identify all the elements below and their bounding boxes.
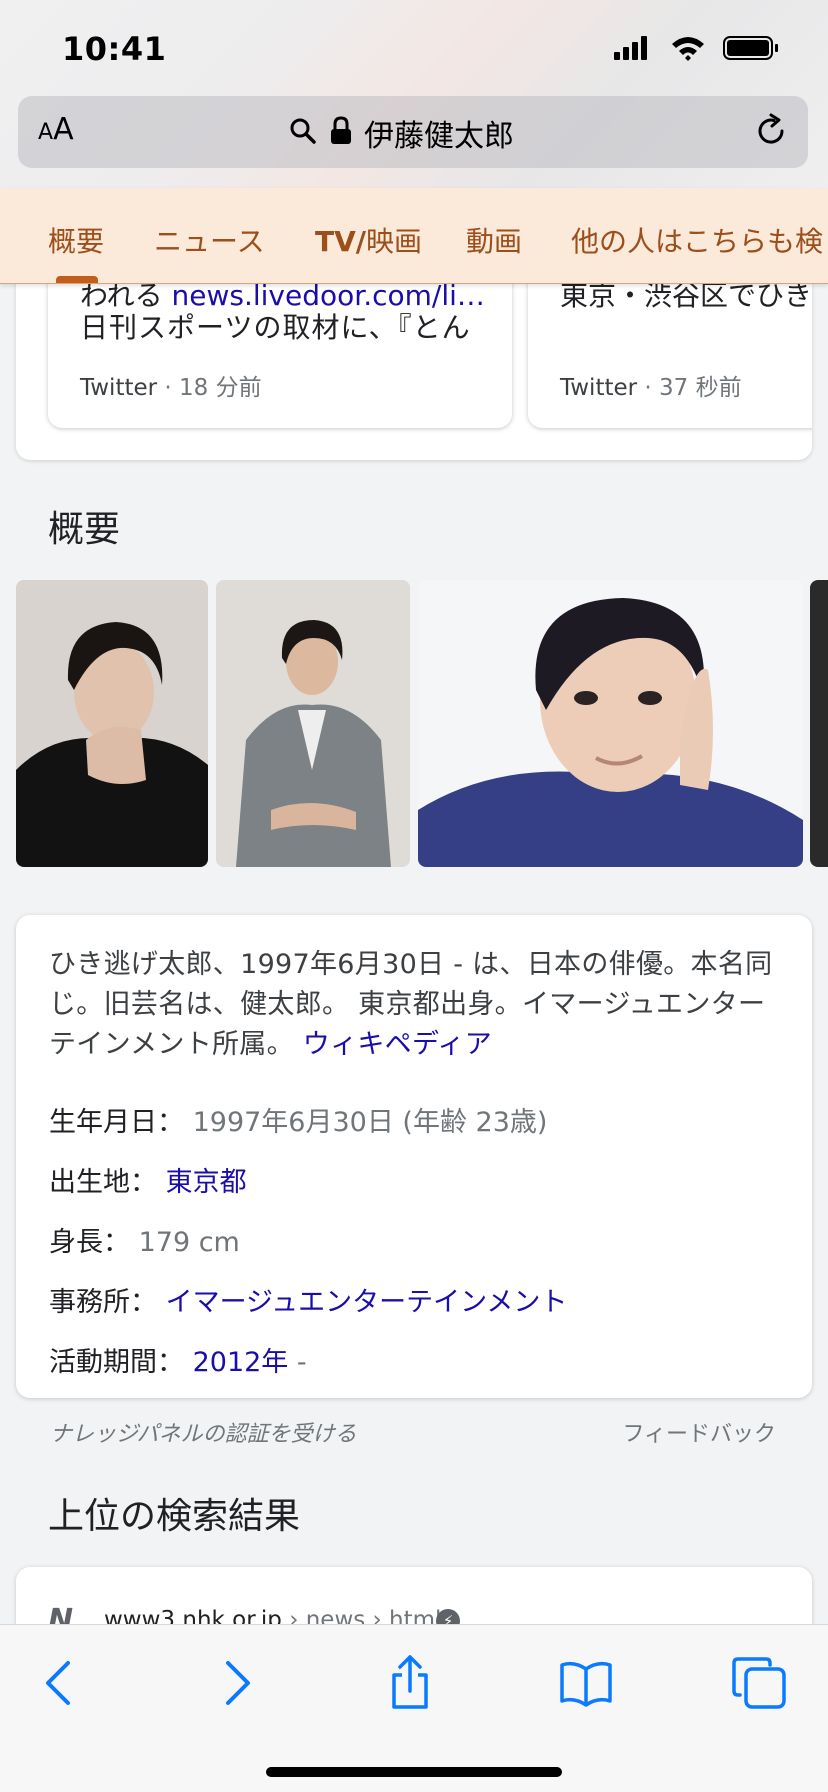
- fact-link[interactable]: イマージュエンターテインメント: [166, 1287, 568, 1318]
- tweet-meta: Twitter · 18 分前: [80, 368, 262, 402]
- fact-label: 活動期間：: [49, 1347, 184, 1378]
- fact-birthplace: 出生地： 東京都: [49, 1160, 247, 1199]
- tweet-text: 日刊スポーツの取材に、『とん: [80, 311, 471, 344]
- chevron-left-icon: [46, 1661, 70, 1705]
- profile-photo[interactable]: [418, 580, 803, 867]
- active-tab-indicator: [56, 276, 98, 283]
- text-size-button[interactable]: AA: [38, 112, 74, 147]
- fact-label: 生年月日：: [49, 1107, 184, 1138]
- result-url[interactable]: www3.nhk.or.jp › news › html: [104, 1607, 441, 1624]
- search-icon: [288, 116, 318, 146]
- profile-photo[interactable]: [16, 580, 208, 867]
- url-title[interactable]: 伊藤健太郎: [364, 111, 514, 155]
- tweet-time: · 18 分前: [164, 375, 262, 401]
- knowledge-panel: ひき逃げ太郎、1997年6月30日 - は、日本の俳優。本名同じ。旧芸名は、健太…: [16, 915, 812, 1398]
- share-button[interactable]: [380, 1653, 440, 1713]
- text-size-small: A: [38, 120, 54, 145]
- tweet-meta: Twitter · 37 秒前: [560, 368, 742, 402]
- tab-label: 映画: [366, 225, 423, 258]
- status-time: 10:41: [62, 30, 167, 68]
- tab-tv-movie[interactable]: TV/映画: [315, 220, 422, 260]
- browser-toolbar: [0, 1624, 828, 1792]
- claim-knowledge-panel-link[interactable]: ナレッジパネルの認証を受ける: [50, 1416, 357, 1448]
- tab-people-also-search[interactable]: 他の人はこちらも検: [571, 220, 823, 260]
- feedback-link[interactable]: フィードバック: [622, 1416, 776, 1448]
- reload-icon[interactable]: [752, 112, 790, 150]
- profile-photo[interactable]: [216, 580, 410, 867]
- kp-description: ひき逃げ太郎、1997年6月30日 - は、日本の俳優。本名同じ。旧芸名は、健太…: [49, 945, 789, 1065]
- wifi-icon: [672, 37, 704, 61]
- tweet-source: Twitter: [560, 375, 638, 401]
- portrait-image: [418, 580, 803, 867]
- fact-agency: 事務所： イマージュエンターテインメント: [49, 1280, 567, 1319]
- tweet-time: · 37 秒前: [644, 375, 742, 401]
- fact-height: 身長： 179 cm: [49, 1220, 240, 1259]
- cellular-signal-icon: [614, 36, 647, 60]
- home-indicator: [266, 1767, 562, 1777]
- site-logo: N: [48, 1603, 74, 1624]
- tab-overview[interactable]: 概要: [48, 220, 104, 260]
- status-indicators: [614, 36, 778, 61]
- result-domain: www3.nhk.or.jp: [104, 1607, 282, 1624]
- fact-birthdate: 生年月日： 1997年6月30日 (年齢 23歳): [49, 1100, 547, 1139]
- back-button[interactable]: [30, 1653, 90, 1713]
- fact-value: 1997年6月30日 (年齢 23歳): [192, 1107, 548, 1138]
- book-icon: [560, 1661, 612, 1707]
- status-icons: [614, 34, 794, 64]
- address-bar[interactable]: AA 伊藤健太郎: [18, 96, 808, 168]
- top-results-heading: 上位の検索結果: [48, 1496, 301, 1537]
- fact-label: 出生地：: [49, 1167, 157, 1198]
- battery-icon: [723, 36, 778, 60]
- fact-value: -: [296, 1347, 307, 1378]
- portrait-image: [216, 580, 410, 867]
- forward-button[interactable]: [206, 1653, 266, 1713]
- fact-link[interactable]: 東京都: [166, 1167, 247, 1198]
- fact-label: 身長：: [49, 1227, 130, 1258]
- chevron-right-icon: [226, 1661, 250, 1705]
- tab-video[interactable]: 動画: [466, 220, 522, 260]
- lock-icon: [330, 116, 352, 146]
- browser-top-bar: 10:41 AA 伊藤健太郎: [0, 0, 828, 188]
- result-path: › news › html: [281, 1607, 442, 1624]
- fact-value: 179 cm: [138, 1227, 240, 1258]
- amp-icon: ⚡: [436, 1609, 460, 1624]
- tabs-button[interactable]: [730, 1653, 790, 1713]
- portrait-image: [16, 580, 208, 867]
- search-category-tabs: 概要 ニュース TV/映画 動画 他の人はこちらも検: [0, 188, 828, 284]
- search-result[interactable]: N www3.nhk.or.jp › news › html ⚡: [16, 1567, 812, 1624]
- fact-link[interactable]: 2012年: [193, 1347, 289, 1378]
- tweet-source: Twitter: [80, 375, 158, 401]
- text-size-large: A: [53, 112, 74, 147]
- wikipedia-link[interactable]: ウィキペディア: [303, 1029, 492, 1060]
- share-icon: [392, 1655, 428, 1709]
- tabs-icon: [732, 1657, 786, 1709]
- profile-photo[interactable]: [810, 580, 828, 867]
- fact-label: 事務所：: [49, 1287, 157, 1318]
- fact-active-years: 活動期間： 2012年 -: [49, 1340, 307, 1379]
- overview-heading: 概要: [48, 509, 121, 550]
- tab-news[interactable]: ニュース: [154, 220, 265, 260]
- tab-label-bold: TV/: [315, 225, 366, 258]
- bookmarks-button[interactable]: [556, 1653, 616, 1713]
